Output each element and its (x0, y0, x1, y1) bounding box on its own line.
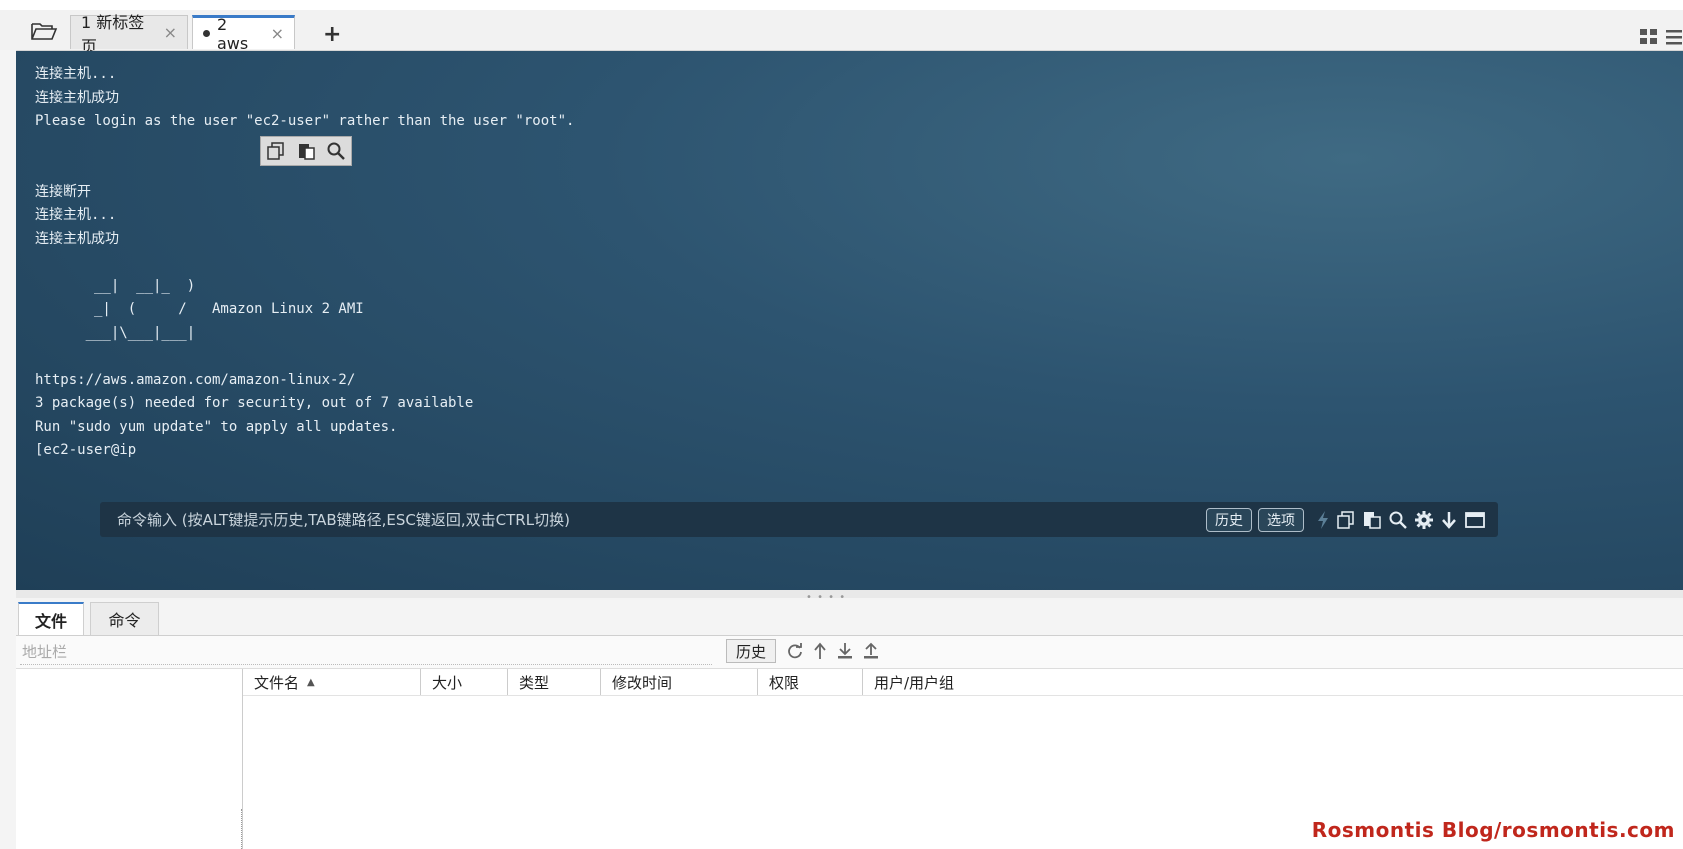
address-input[interactable] (20, 640, 712, 665)
left-side-strip (0, 50, 17, 849)
tab-bar: 1 新标签页 × 2 aws × + (0, 10, 1683, 56)
terminal-line: Please login as the user "ec2-user" rath… (35, 113, 575, 129)
terminal-line: ___|\___|___| (35, 324, 196, 341)
tab-new-tab[interactable]: 1 新标签页 × (70, 13, 188, 56)
terminal-line: 连接主机... (35, 66, 117, 82)
watermark: Rosmontis Blog/rosmontis.com (1311, 818, 1675, 842)
column-header-type[interactable]: 类型 (507, 669, 600, 695)
panel-splitter[interactable]: • • • • (16, 590, 1683, 603)
modified-dot-icon (203, 30, 210, 37)
column-header-filename[interactable]: 文件名 ▲ (243, 669, 420, 695)
command-input-bar[interactable]: 命令输入 (按ALT键提示历史,TAB键路径,ESC键返回,双击CTRL切换) … (100, 502, 1498, 537)
tab-aws[interactable]: 2 aws × (192, 15, 295, 53)
tab-label: 2 aws (217, 14, 249, 53)
address-history-button[interactable]: 历史 (726, 639, 776, 663)
search-icon[interactable] (326, 141, 346, 161)
terminal-line: 连接主机成功 (35, 89, 119, 106)
top-right-toolbar (1639, 28, 1683, 46)
upload-icon[interactable] (862, 642, 880, 660)
menu-icon[interactable] (1665, 28, 1683, 46)
command-input-hint[interactable]: 命令输入 (按ALT键提示历史,TAB键路径,ESC键返回,双击CTRL切换) (117, 509, 1200, 530)
close-icon[interactable]: × (271, 24, 284, 43)
tab-label: 1 新标签页 (81, 12, 145, 56)
lightning-icon[interactable] (1316, 510, 1330, 530)
up-directory-icon[interactable] (812, 642, 828, 660)
download-icon[interactable] (836, 642, 854, 660)
terminal-prompt: [ec2-user@ip (35, 442, 137, 458)
file-table-header: 文件名 ▲ 大小 类型 修改时间 权限 用户/用户组 (243, 669, 1683, 696)
terminal-line: _| ( / Amazon Linux 2 AMI (35, 301, 364, 317)
terminal-line: 连接主机... (35, 207, 117, 223)
history-button[interactable]: 历史 (1206, 507, 1252, 532)
open-folder-button[interactable] (24, 17, 64, 45)
terminal-output[interactable]: 连接主机... 连接主机成功 Please login as the user … (35, 63, 574, 463)
sort-ascending-icon: ▲ (307, 676, 315, 688)
terminal-line: 连接断开 (35, 183, 91, 200)
column-label: 文件名 (254, 673, 300, 692)
copy-icon[interactable] (1336, 510, 1356, 530)
window-top-strip (0, 0, 1683, 10)
column-header-owner-group[interactable]: 用户/用户组 (862, 669, 1062, 695)
search-icon[interactable] (1388, 510, 1408, 530)
options-button[interactable]: 选项 (1258, 507, 1304, 532)
column-header-permissions[interactable]: 权限 (757, 669, 862, 695)
paste-icon[interactable] (1362, 510, 1382, 530)
directory-tree[interactable] (16, 669, 243, 849)
arrow-down-icon[interactable] (1440, 510, 1458, 530)
tab-files[interactable]: 文件 (18, 602, 84, 635)
terminal-line: https://aws.amazon.com/amazon-linux-2/ (35, 371, 356, 388)
bottom-tab-bar: 文件 命令 (16, 598, 1683, 636)
copy-icon[interactable] (266, 141, 286, 161)
command-bar-icons (1316, 510, 1486, 530)
grid-layout-icon[interactable] (1639, 28, 1659, 46)
window-icon[interactable] (1464, 510, 1486, 530)
terminal-line: __| __|_ ) (35, 277, 196, 294)
terminal-line: 连接主机成功 (35, 230, 119, 247)
paste-icon[interactable] (296, 141, 316, 161)
folder-open-icon (31, 23, 58, 40)
gear-icon[interactable] (1414, 510, 1434, 530)
column-header-size[interactable]: 大小 (420, 669, 507, 695)
selection-toolbar (260, 136, 352, 166)
new-tab-button[interactable]: + (323, 24, 341, 46)
refresh-icon[interactable] (786, 642, 804, 660)
terminal-line: 3 package(s) needed for security, out of… (35, 395, 474, 411)
tab-commands[interactable]: 命令 (90, 602, 159, 635)
terminal-panel[interactable]: 连接主机... 连接主机成功 Please login as the user … (16, 51, 1683, 590)
terminal-line: Run "sudo yum update" to apply all updat… (35, 418, 398, 435)
column-header-modified[interactable]: 修改时间 (600, 669, 757, 695)
address-row: 历史 (16, 636, 1683, 669)
close-icon[interactable]: × (164, 23, 177, 42)
address-toolbar (786, 642, 880, 660)
